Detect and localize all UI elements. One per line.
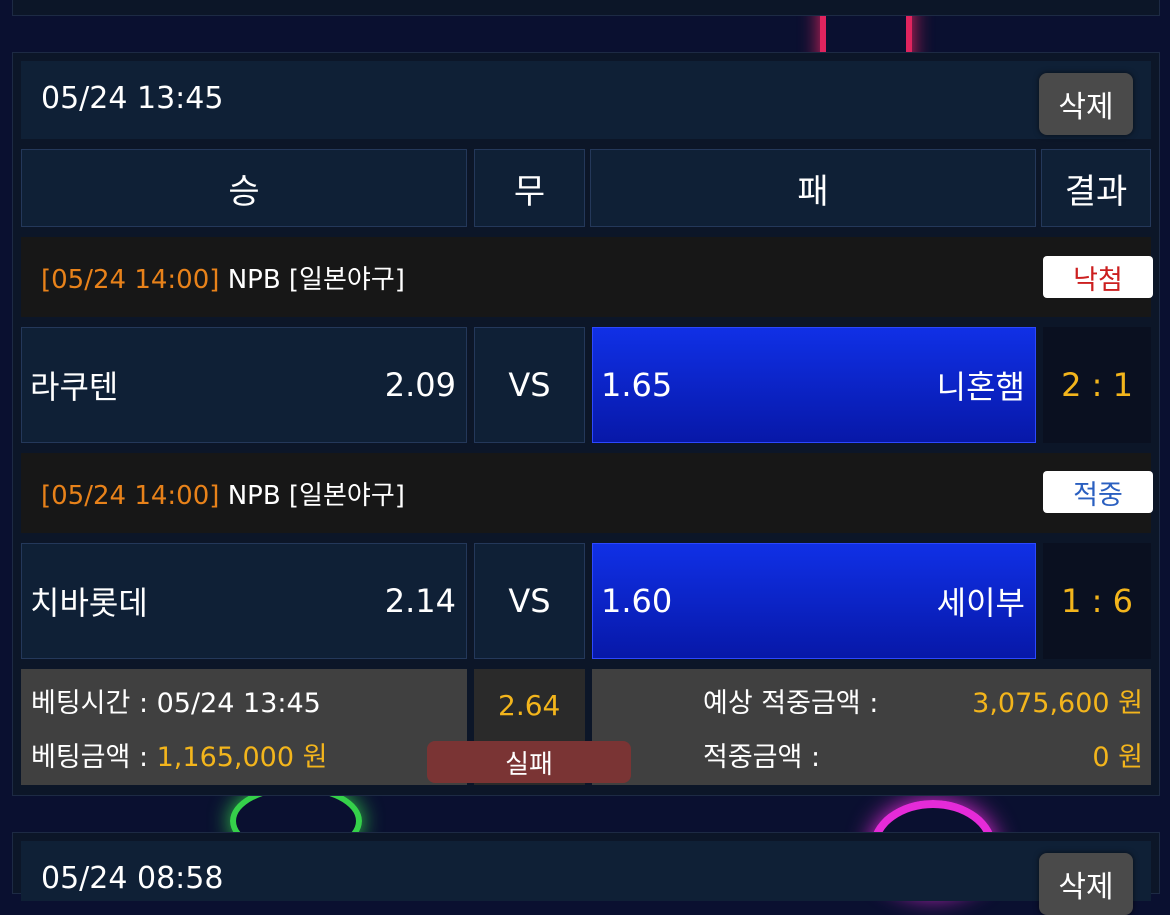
bet-amount: 베팅금액 : 1,165,000 원: [31, 735, 327, 774]
win-amount-label: 적중금액 :: [703, 742, 821, 773]
bet-card: 05/24 08:58 삭제: [12, 832, 1160, 915]
home-team-name: 라쿠텐: [30, 368, 119, 406]
previous-bet-card: [12, 0, 1160, 16]
game-league: NPB [일본야구]: [227, 265, 405, 295]
game-date: [05/24 14:00]: [41, 481, 220, 511]
column-header-draw: 무: [474, 149, 585, 227]
game-league: NPB [일본야구]: [227, 481, 405, 511]
bet-datetime: 05/24 08:58: [41, 861, 224, 896]
game-league-info: [05/24 14:00] NPB [일본야구]: [41, 259, 405, 296]
column-header-loss: 패: [590, 149, 1036, 227]
game-status-badge: 낙첨: [1043, 256, 1153, 298]
away-odds: 1.65: [601, 366, 673, 404]
bet-result-badge: 실패: [427, 741, 631, 783]
game-date: [05/24 14:00]: [41, 265, 220, 295]
home-team-cell[interactable]: 라쿠텐 2.09: [21, 327, 467, 443]
bet-card: 05/24 13:45 삭제 승 무 패 결과 [05/24 14:00] NP…: [12, 52, 1160, 796]
game-status-badge: 적중: [1043, 471, 1153, 513]
expected-win-value: 3,075,600 원: [972, 688, 1143, 719]
home-odds: 2.14: [384, 582, 456, 620]
game-league-info: [05/24 14:00] NPB [일본야구]: [41, 475, 405, 512]
away-team-name: 세이부: [936, 584, 1025, 622]
away-team-cell-selected[interactable]: 1.60 세이부: [592, 543, 1036, 659]
away-team-cell-selected[interactable]: 1.65 니혼햄: [592, 327, 1036, 443]
home-team-cell[interactable]: 치바롯데 2.14: [21, 543, 467, 659]
total-odds: 2.64: [498, 689, 561, 722]
game-score: 2 : 1: [1043, 327, 1151, 443]
bet-time: 베팅시간 : 05/24 13:45: [31, 688, 321, 719]
away-odds: 1.60: [601, 582, 673, 620]
expected-win-label: 예상 적중금액 :: [703, 688, 879, 719]
draw-cell[interactable]: VS: [474, 327, 585, 443]
home-odds: 2.09: [384, 366, 456, 404]
game-score: 1 : 6: [1043, 543, 1151, 659]
away-team-name: 니혼햄: [936, 368, 1025, 406]
home-team-name: 치바롯데: [30, 584, 148, 622]
delete-button[interactable]: 삭제: [1039, 73, 1133, 135]
draw-cell[interactable]: VS: [474, 543, 585, 659]
bet-amount-value: 1,165,000 원: [156, 742, 328, 773]
bet-amount-label: 베팅금액 :: [31, 742, 157, 773]
column-header-win: 승: [21, 149, 467, 227]
win-amount-value: 0 원: [1092, 742, 1143, 773]
column-header-result: 결과: [1041, 149, 1151, 227]
delete-button[interactable]: 삭제: [1039, 853, 1133, 915]
bet-datetime: 05/24 13:45: [41, 81, 224, 116]
